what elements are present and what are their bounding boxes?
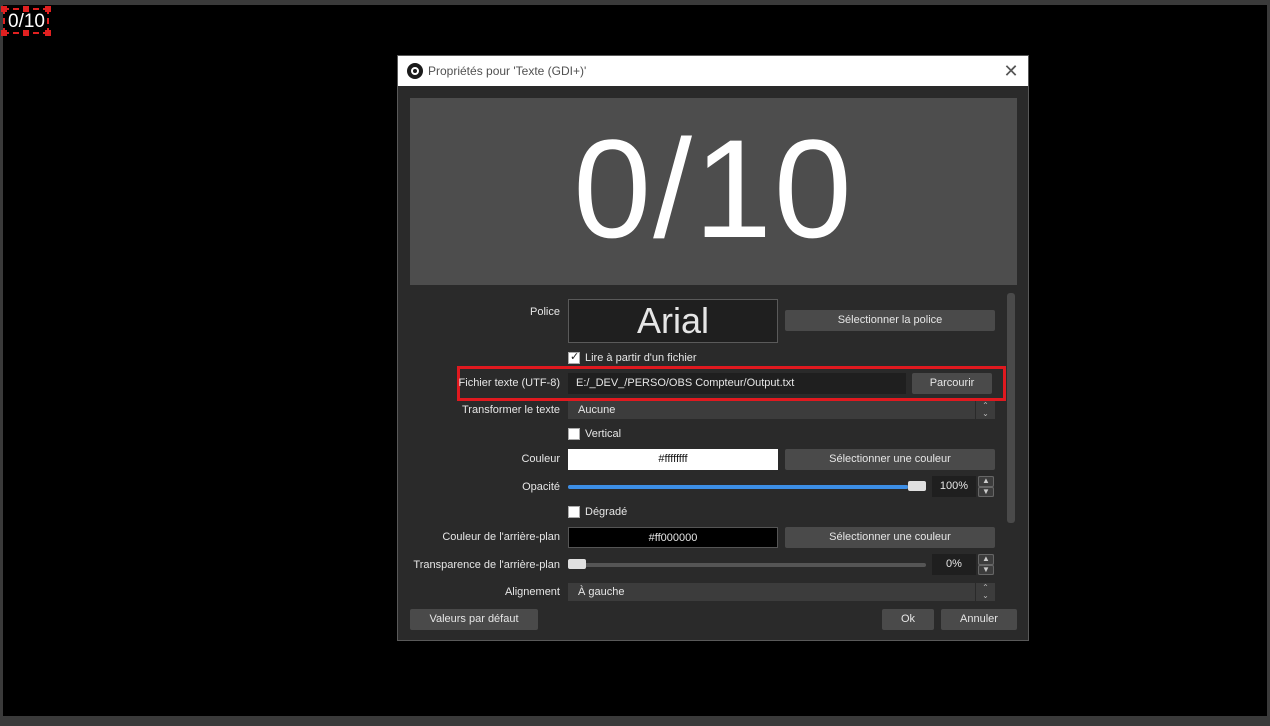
select-font-button[interactable]: Sélectionner la police <box>785 310 995 331</box>
properties-dialog: Propriétés pour 'Texte (GDI+)' ✕ 0/10 Po… <box>397 55 1029 641</box>
resize-handle[interactable] <box>45 6 51 12</box>
updown-arrows-icon: ⌃ ⌄ <box>975 401 995 419</box>
properties-scrollbar[interactable] <box>1007 293 1015 523</box>
resize-handle[interactable] <box>23 30 29 36</box>
bg-transparency-slider-handle[interactable] <box>568 559 586 569</box>
gradient-checkbox[interactable] <box>568 506 580 518</box>
spin-down-icon[interactable]: ▼ <box>978 564 994 575</box>
opacity-value-input[interactable]: 100% <box>932 476 976 497</box>
opacity-slider-fill <box>568 485 908 489</box>
opacity-slider[interactable] <box>568 481 926 491</box>
transform-value: Aucune <box>578 404 616 416</box>
browse-button[interactable]: Parcourir <box>912 373 992 394</box>
bg-transparency-label: Transparence de l'arrière-plan <box>413 559 560 571</box>
canvas-text-source[interactable]: 0/10 <box>1 6 51 36</box>
vertical-checkbox[interactable] <box>568 428 580 440</box>
bg-transparency-spinner[interactable]: ▲ ▼ <box>978 554 994 575</box>
vertical-label: Vertical <box>585 428 622 440</box>
text-file-path-input[interactable]: E:/_DEV_/PERSO/OBS Compteur/Output.txt <box>568 373 906 394</box>
cancel-button[interactable]: Annuler <box>941 609 1017 630</box>
transform-label: Transformer le texte <box>461 404 560 416</box>
spin-up-icon[interactable]: ▲ <box>978 476 994 487</box>
spin-up-icon[interactable]: ▲ <box>978 554 994 565</box>
alignment-select[interactable]: À gauche ⌃ ⌄ <box>568 583 995 601</box>
dialog-title: Propriétés pour 'Texte (GDI+)' <box>428 64 587 78</box>
dialog-titlebar[interactable]: Propriétés pour 'Texte (GDI+)' ✕ <box>398 56 1028 86</box>
color-swatch: #ffffffff <box>568 449 778 470</box>
updown-arrows-icon: ⌃ ⌄ <box>975 583 995 601</box>
resize-handle[interactable] <box>23 6 29 12</box>
alignment-label: Alignement <box>504 586 560 598</box>
bg-color-label: Couleur de l'arrière-plan <box>442 531 560 543</box>
close-icon[interactable]: ✕ <box>1000 60 1022 82</box>
obs-logo-icon <box>407 63 423 79</box>
opacity-label: Opacité <box>522 481 560 493</box>
opacity-slider-handle[interactable] <box>908 481 926 491</box>
read-from-file-label: Lire à partir d'un fichier <box>585 352 697 364</box>
select-color-button[interactable]: Sélectionner une couleur <box>785 449 995 470</box>
text-file-label: Fichier texte (UTF-8) <box>458 377 560 389</box>
bg-transparency-value-input[interactable]: 0% <box>932 554 976 575</box>
ok-button[interactable]: Ok <box>882 609 934 630</box>
gradient-label: Dégradé <box>585 506 628 518</box>
resize-handle[interactable] <box>1 30 7 36</box>
font-label: Police <box>530 306 560 318</box>
font-preview: Arial <box>568 299 778 343</box>
preview-text: 0/10 <box>573 110 854 267</box>
alignment-value: À gauche <box>578 586 625 598</box>
transform-select[interactable]: Aucune ⌃ ⌄ <box>568 401 995 419</box>
bg-color-swatch: #ff000000 <box>568 527 778 548</box>
opacity-spinner[interactable]: ▲ ▼ <box>978 476 994 497</box>
spin-down-icon[interactable]: ▼ <box>978 486 994 497</box>
canvas-source-text: 0/10 <box>8 11 45 32</box>
defaults-button[interactable]: Valeurs par défaut <box>410 609 538 630</box>
read-from-file-checkbox[interactable] <box>568 350 580 364</box>
source-preview: 0/10 <box>410 98 1017 285</box>
select-bg-color-button[interactable]: Sélectionner une couleur <box>785 527 995 548</box>
resize-handle[interactable] <box>45 30 51 36</box>
color-label: Couleur <box>521 453 560 465</box>
bg-transparency-slider[interactable] <box>568 559 926 569</box>
resize-handle[interactable] <box>1 6 7 12</box>
